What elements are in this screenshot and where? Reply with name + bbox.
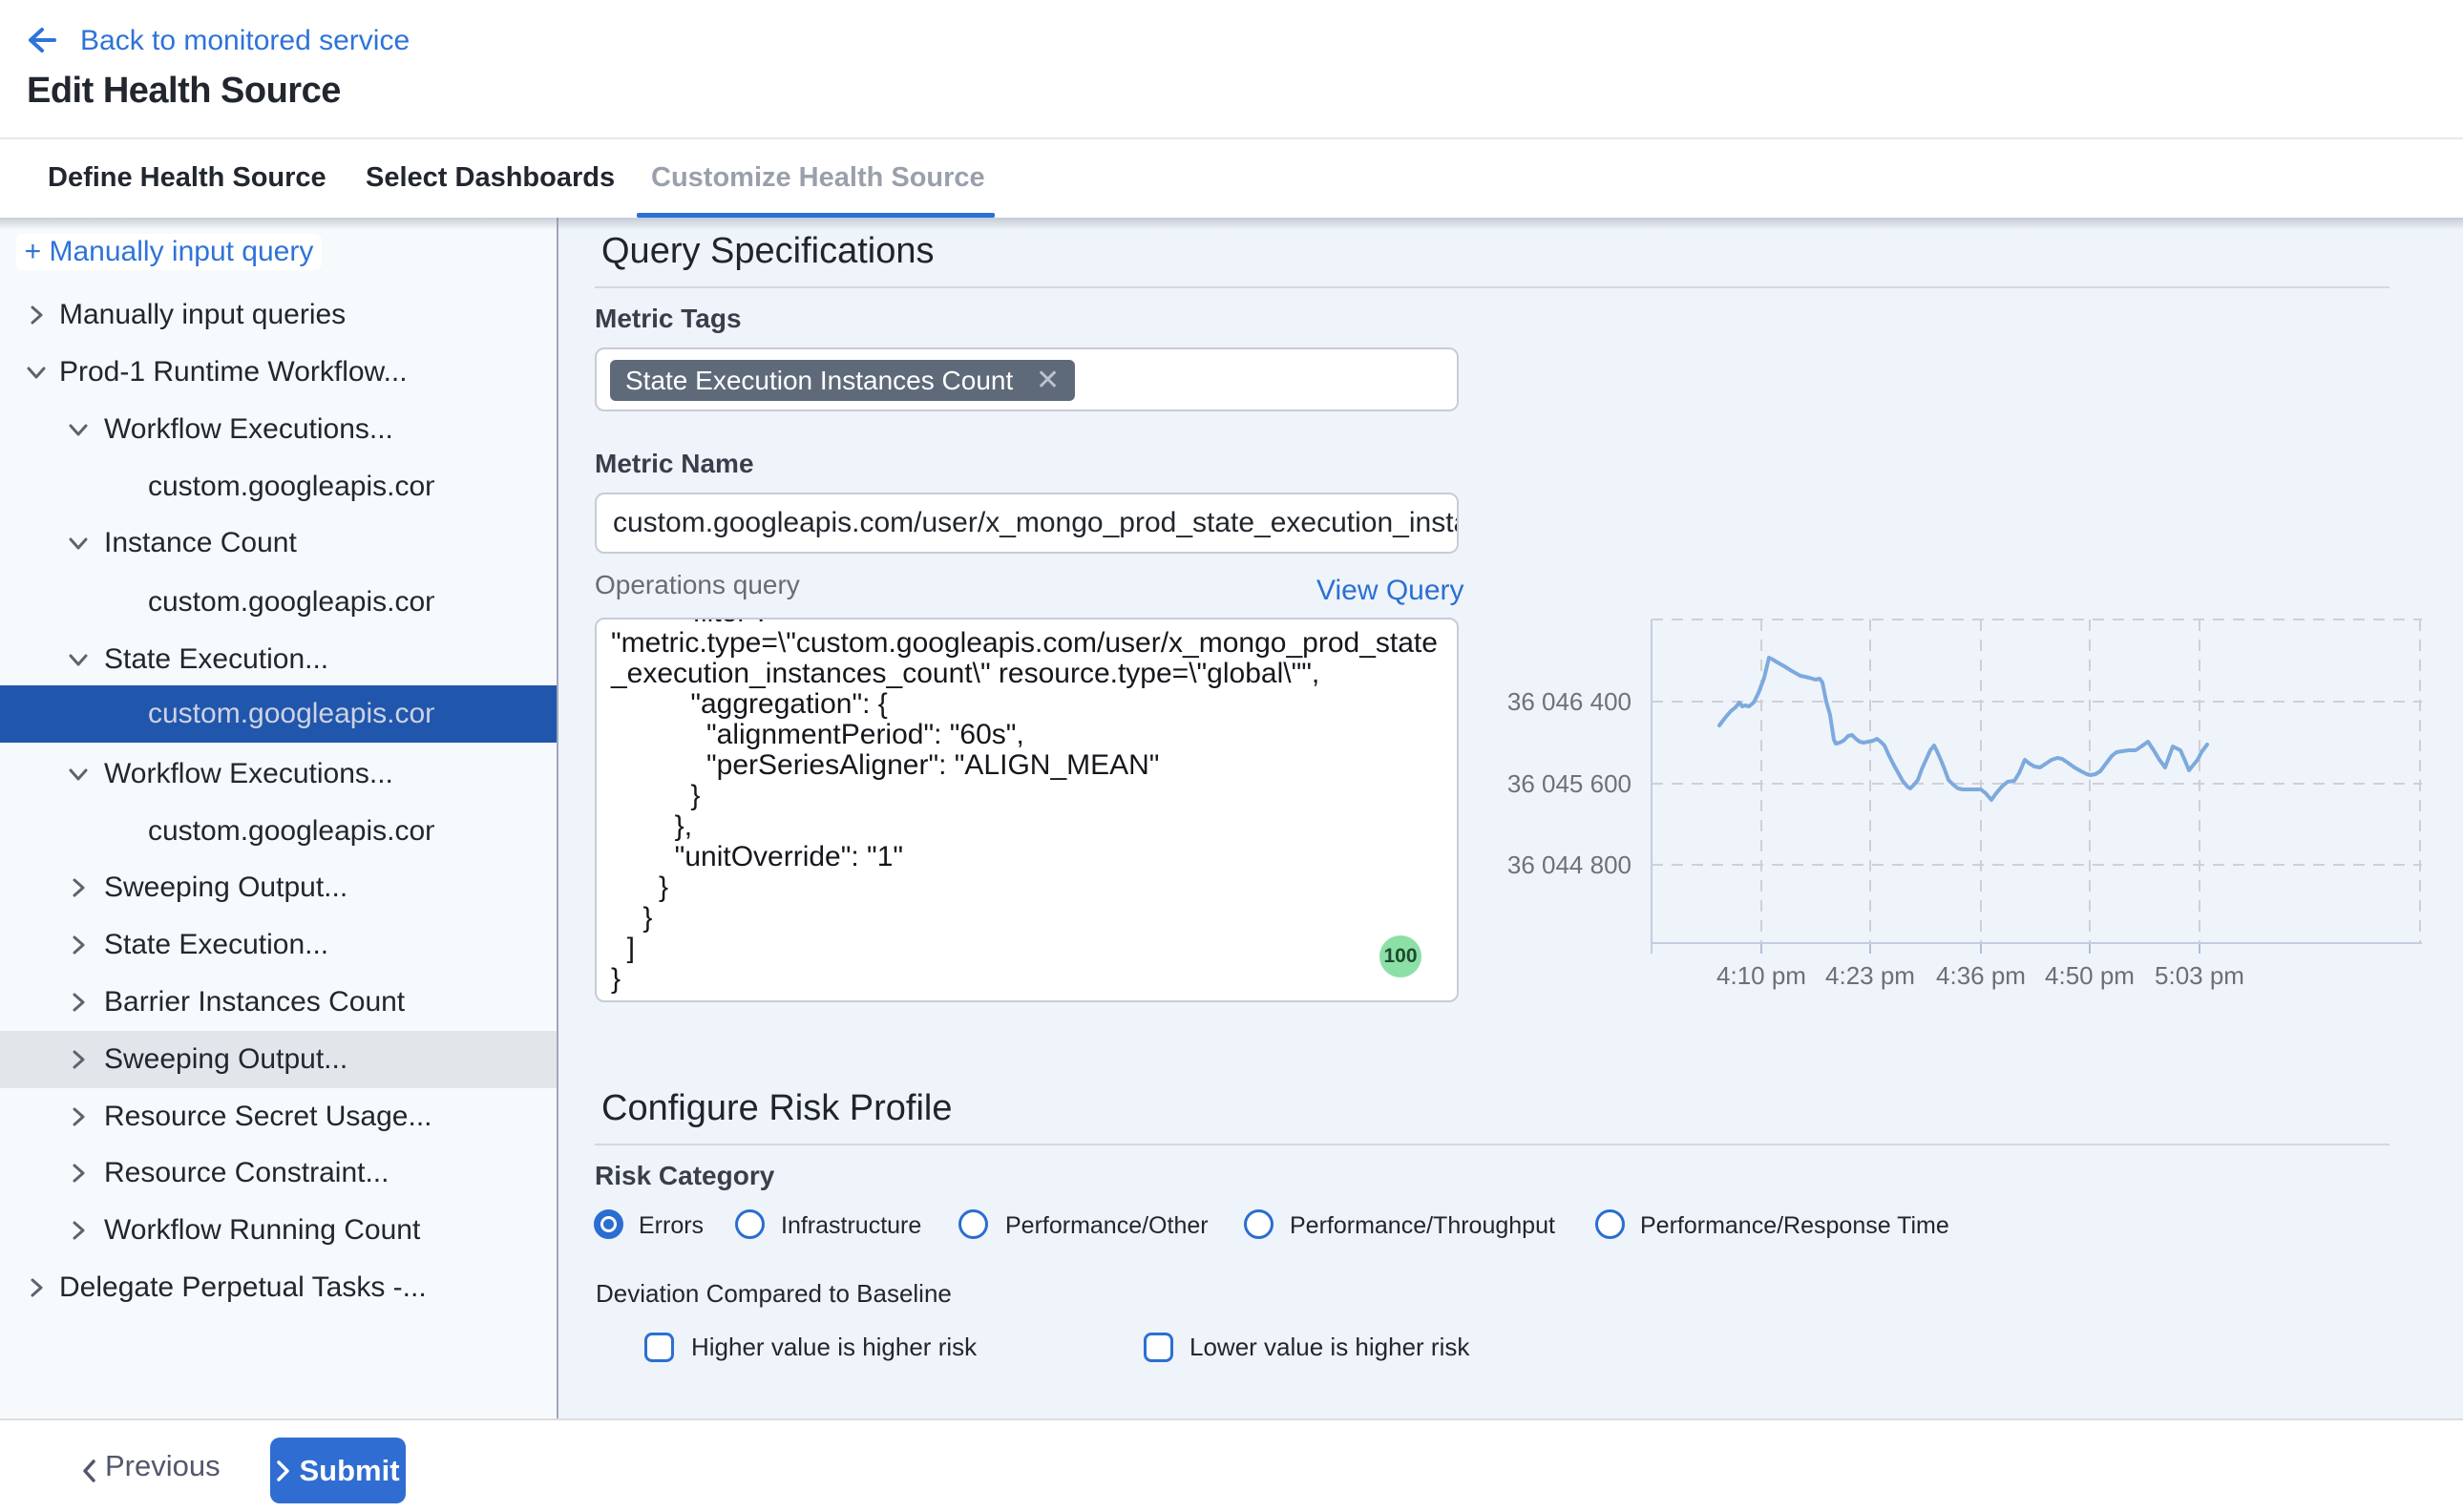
svg-text:36 044 800: 36 044 800 <box>1507 850 1631 879</box>
svg-text:4:36 pm: 4:36 pm <box>1936 961 2026 990</box>
svg-text:4:50 pm: 4:50 pm <box>2045 961 2135 990</box>
svg-text:5:03 pm: 5:03 pm <box>2155 961 2244 990</box>
svg-text:36 045 600: 36 045 600 <box>1507 769 1631 798</box>
svg-text:4:23 pm: 4:23 pm <box>1825 961 1915 990</box>
svg-text:4:10 pm: 4:10 pm <box>1716 961 1806 990</box>
svg-text:36 046 400: 36 046 400 <box>1507 687 1631 716</box>
